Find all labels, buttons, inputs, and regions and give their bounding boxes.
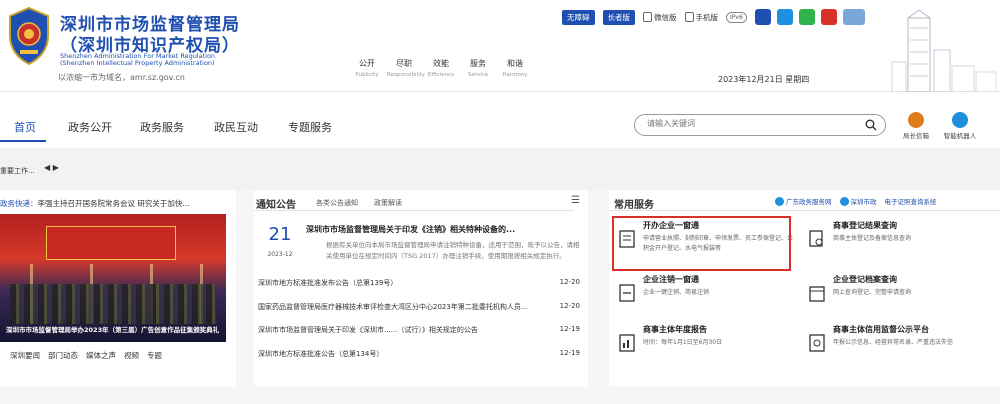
- tab-policy[interactable]: 政策解读: [374, 198, 402, 208]
- building-illustration: [891, 10, 997, 92]
- gov-service-icon[interactable]: [754, 9, 771, 25]
- shenzhen-logo-icon[interactable]: [842, 9, 865, 25]
- robot-link[interactable]: 智能机器人: [942, 112, 978, 140]
- police-emblem-logo[interactable]: [6, 6, 52, 66]
- tab-dept-news[interactable]: 部门动态: [48, 350, 78, 361]
- report-icon: [619, 334, 635, 352]
- top-toolbar: 无障碍 长者版 微信版 手机版 IPv6: [562, 9, 871, 25]
- sz-gov-icon: [839, 196, 849, 206]
- tab-media[interactable]: 媒体之声: [86, 350, 116, 361]
- ticker-arrows[interactable]: ◀ ▶: [44, 163, 59, 172]
- domain-text: 以浓缩一市为域名，amr.sz.gov.cn: [58, 73, 185, 82]
- e-license-link[interactable]: 电子证照查询系统: [885, 196, 937, 206]
- cancel-document-icon: [619, 284, 635, 302]
- credit-icon: [809, 334, 825, 352]
- nav-topics[interactable]: 专题服务: [288, 119, 332, 135]
- nav-active-indicator: [0, 140, 46, 142]
- news-panel: 政务快递：李强主持召开国务院常务会议 研究关于加快... 深圳市市场监督管理局举…: [0, 190, 236, 386]
- featured-desc: 根据有关单位向本局市场监督管理局申请注销特种设备，适用于范围，现予以公告，请相关…: [326, 241, 580, 260]
- robot-icon: [952, 112, 968, 128]
- featured-date: 21 2023-12: [267, 224, 293, 258]
- news-tabs: 深圳要闻 部门动态 媒体之声 视频 专题: [10, 350, 170, 361]
- nav-gov-open[interactable]: 政务公开: [68, 119, 112, 135]
- services-title: 常用服务: [614, 200, 654, 211]
- site-subtitle-en: (Shenzhen Intellectual Property Administ…: [60, 59, 215, 67]
- list-item[interactable]: 深圳市市场监督管理局关于印发《深圳市......（试行）》相关规定的公告 12-1…: [258, 325, 580, 349]
- category-publicity: 公开 Publicity: [355, 59, 379, 78]
- elder-mode-button[interactable]: 长者版: [602, 9, 635, 25]
- search-input[interactable]: [647, 119, 847, 128]
- services-links: 广东政务服务网 深圳市政 电子证照查询系统: [775, 196, 945, 206]
- page: 深圳市市场监督管理局 （深圳市知识产权局） Shenzhen Administr…: [0, 0, 1000, 404]
- stage-people: [10, 284, 216, 324]
- tab-topic[interactable]: 专题: [147, 350, 162, 361]
- weibo-icon[interactable]: [820, 9, 837, 25]
- category-service: 服务 Service: [467, 59, 489, 78]
- ticker-band: 重要工作... ◀ ▶: [0, 148, 1000, 190]
- director-mailbox-link[interactable]: 局长信箱: [898, 112, 934, 140]
- mailbox-icon: [908, 112, 924, 128]
- archive-icon: [809, 286, 825, 302]
- wechat-app-icon[interactable]: [798, 9, 815, 25]
- value-categories: 公开 Publicity 尽职 Responsibility 效能 Efficienc…: [350, 58, 535, 78]
- site-header: 深圳市市场监督管理局 （深圳市知识产权局） Shenzhen Administr…: [0, 0, 1000, 92]
- sz-gov-link[interactable]: 深圳市政: [839, 196, 877, 206]
- stage-screen: [46, 226, 176, 260]
- tab-video[interactable]: 视频: [124, 350, 139, 361]
- gd-service-icon: [775, 196, 784, 206]
- highlight-box: [612, 216, 791, 271]
- list-item[interactable]: 深圳市地方标准批准发布公告（总第139号） 12-20: [258, 278, 580, 302]
- search-icon[interactable]: [865, 119, 877, 131]
- menu-icon[interactable]: ☰: [571, 195, 580, 206]
- news-ticker[interactable]: 政务快递：李强主持召开国务院常务会议 研究关于加快...: [0, 198, 236, 209]
- list-item[interactable]: 深圳市地方标准批准公告（总第134号） 12-19: [258, 349, 580, 373]
- nav-home[interactable]: 首页: [14, 119, 36, 135]
- main-content: 政务快递：李强主持召开国务院常务会议 研究关于加快... 深圳市市场监督管理局举…: [0, 190, 1000, 404]
- mobile-version-link[interactable]: 手机版: [684, 12, 718, 23]
- tab-notices[interactable]: 各类公告通知: [316, 198, 358, 208]
- photo-caption: 深圳市市场监督管理局举办2023年（第三届）广告创意作品征集颁奖典礼: [6, 326, 220, 334]
- ticker-text: 重要工作...: [0, 167, 35, 175]
- category-harmony: 和谐 Harmony: [502, 59, 528, 78]
- app-icon[interactable]: [776, 9, 793, 25]
- mobile-icon: [684, 12, 694, 22]
- current-date: 2023年12月21日 星期四: [718, 75, 810, 84]
- nav-interaction[interactable]: 政民互动: [214, 119, 258, 135]
- notice-title: 通知公告: [256, 200, 296, 211]
- search-document-icon: [809, 230, 823, 247]
- category-efficiency: 效能 Efficiency: [427, 59, 455, 78]
- accessible-button[interactable]: 无障碍: [562, 9, 595, 25]
- news-photo[interactable]: 深圳市市场监督管理局举办2023年（第三届）广告创意作品征集颁奖典礼: [0, 214, 226, 342]
- ipv6-badge: IPv6: [726, 11, 747, 23]
- tab-sz-news[interactable]: 深圳要闻: [10, 350, 40, 361]
- search-box[interactable]: [634, 114, 886, 136]
- wechat-icon: [643, 12, 652, 22]
- notice-panel: 通知公告 各类公告通知 政策解读 ☰ 21 2023-12 深圳市市场监督管理局…: [254, 190, 588, 386]
- notice-list: 深圳市地方标准批准发布公告（总第139号） 12-20 国家药品监督管理局医疗器械…: [258, 278, 580, 372]
- featured-title[interactable]: 深圳市市场监督管理局关于印发《注销》相关特种设备的...: [306, 224, 584, 235]
- category-responsibility: 尽职 Responsibility: [387, 59, 426, 78]
- wechat-version-link[interactable]: 微信版: [643, 12, 677, 23]
- gd-service-link[interactable]: 广东政务服务网: [775, 196, 832, 206]
- list-item[interactable]: 国家药品监督管理局医疗器械技术审评检查大湾区分中心2023年第二批委托机构人员.…: [258, 302, 580, 326]
- nav-gov-service[interactable]: 政务服务: [140, 119, 184, 135]
